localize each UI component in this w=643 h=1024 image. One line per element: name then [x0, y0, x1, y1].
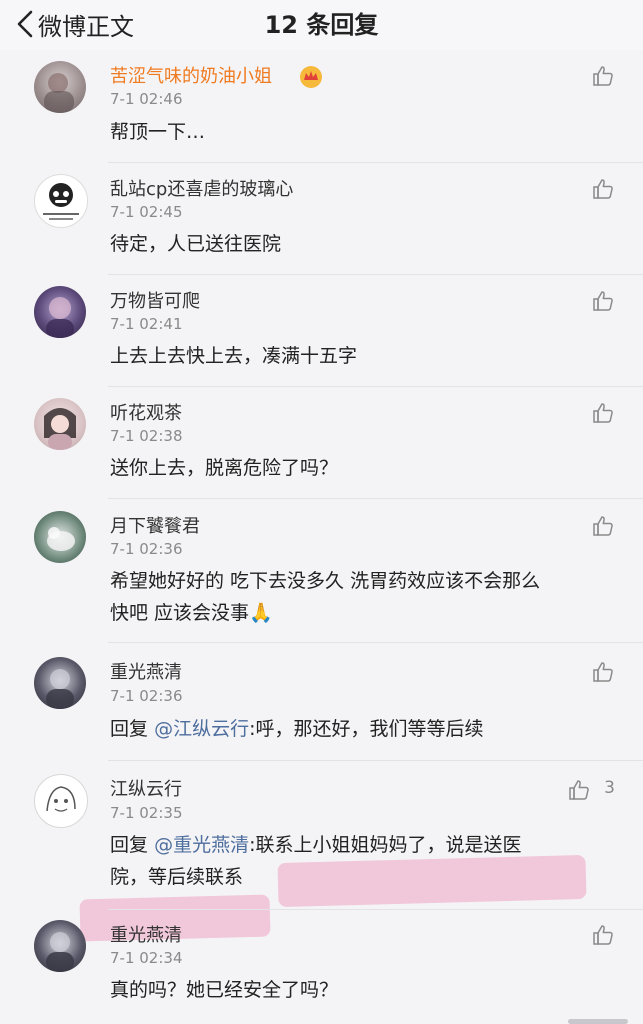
comment-text: 回复 @江纵云行:呼，那还好，我们等等后续: [110, 713, 615, 745]
username[interactable]: 江纵云行: [110, 775, 182, 801]
comment-item: 重光燕清 7-1 02:34 真的吗？她已经安全了吗？: [0, 910, 643, 1024]
avatar[interactable]: [34, 398, 86, 450]
thumbs-up-icon[interactable]: [567, 778, 591, 802]
vip-crown-icon: [300, 66, 322, 88]
username[interactable]: 月下饕餮君: [110, 512, 200, 538]
thumbs-up-icon[interactable]: [591, 514, 615, 538]
comment-item: 苦涩气味的奶油小姐 7-1 02:46 帮顶一下…: [0, 50, 643, 163]
avatar[interactable]: [34, 920, 86, 972]
username[interactable]: 重光燕清: [110, 658, 182, 684]
timestamp: 7-1 02:38: [110, 427, 183, 445]
reply-prefix: 回复: [110, 834, 149, 856]
scroll-indicator: [568, 1019, 628, 1024]
username[interactable]: 重光燕清: [110, 921, 182, 947]
comment-text: 回复 @重光燕清:联系上小姐姐妈妈了，说是送医 院，等后续联系: [110, 829, 615, 893]
comment-text: 送你上去，脱离危险了吗？: [110, 457, 339, 479]
mention-link[interactable]: @江纵云行: [154, 718, 249, 740]
username[interactable]: 听花观茶: [110, 399, 182, 425]
comment-text-line: 快吧 应该会没事🙏: [110, 597, 615, 629]
comment-text-part: 快吧 应该会没事: [110, 602, 250, 624]
reply-prefix: 回复: [110, 718, 149, 740]
username[interactable]: 苦涩气味的奶油小姐: [110, 62, 272, 88]
username[interactable]: 万物皆可爬: [110, 287, 200, 313]
nav-header: 微博正文 12 条回复: [0, 0, 643, 50]
comment-text: 待定，人已送往医院: [110, 233, 282, 255]
timestamp: 7-1 02:36: [110, 540, 183, 558]
mention-link[interactable]: @重光燕清: [154, 834, 249, 856]
timestamp: 7-1 02:41: [110, 315, 183, 333]
thumbs-up-icon[interactable]: [591, 64, 615, 88]
thumbs-up-icon[interactable]: [591, 177, 615, 201]
avatar[interactable]: [34, 511, 86, 563]
avatar[interactable]: [34, 774, 88, 828]
comment-item: 江纵云行 7-1 02:35 回复 @重光燕清:联系上小姐姐妈妈了，说是送医 院…: [0, 761, 643, 942]
avatar[interactable]: [34, 657, 86, 709]
thumbs-up-icon[interactable]: [591, 401, 615, 425]
comment-item: 万物皆可爬 7-1 02:41 上去上去快上去，凑满十五字: [0, 275, 643, 387]
comment-text: 希望她好好的 吃下去没多久 洗胃药效应该不会那么 快吧 应该会没事🙏: [110, 565, 615, 629]
comment-text: 真的吗？她已经安全了吗？: [110, 979, 339, 1001]
comment-item: 听花观茶 7-1 02:38 送你上去，脱离危险了吗？: [0, 387, 643, 499]
reply-body: :呼，那还好，我们等等后续: [249, 718, 484, 740]
comment-text-line: 希望她好好的 吃下去没多久 洗胃药效应该不会那么: [110, 570, 541, 592]
username[interactable]: 乱站cp还喜虐的玻璃心: [110, 175, 293, 201]
like-count: 3: [604, 778, 615, 798]
comment-text-line: 院，等后续联系: [110, 866, 244, 888]
avatar[interactable]: [34, 61, 86, 113]
avatar[interactable]: [34, 174, 88, 228]
page-title: 12 条回复: [264, 11, 379, 39]
pray-emoji-icon: 🙏: [249, 602, 273, 624]
timestamp: 7-1 02:46: [110, 90, 183, 108]
avatar[interactable]: [34, 286, 86, 338]
thumbs-up-icon[interactable]: [591, 289, 615, 313]
timestamp: 7-1 02:36: [110, 687, 183, 705]
comment-text: 帮顶一下…: [110, 121, 206, 143]
timestamp: 7-1 02:45: [110, 203, 183, 221]
timestamp: 7-1 02:34: [110, 949, 183, 967]
comment-item: 乱站cp还喜虐的玻璃心 7-1 02:45 待定，人已送往医院: [0, 163, 643, 275]
comment-text: 上去上去快上去，凑满十五字: [110, 345, 358, 367]
comment-item: 月下饕餮君 7-1 02:36 希望她好好的 吃下去没多久 洗胃药效应该不会那么…: [0, 499, 643, 643]
thumbs-up-icon[interactable]: [591, 923, 615, 947]
comment-text-line: 回复 @重光燕清:联系上小姐姐妈妈了，说是送医: [110, 829, 615, 861]
timestamp: 7-1 02:35: [110, 804, 183, 822]
reply-body: :联系上小姐姐妈妈了，说是送医: [249, 834, 522, 856]
thumbs-up-icon[interactable]: [591, 660, 615, 684]
comment-item: 重光燕清 7-1 02:36 回复 @江纵云行:呼，那还好，我们等等后续: [0, 643, 643, 761]
